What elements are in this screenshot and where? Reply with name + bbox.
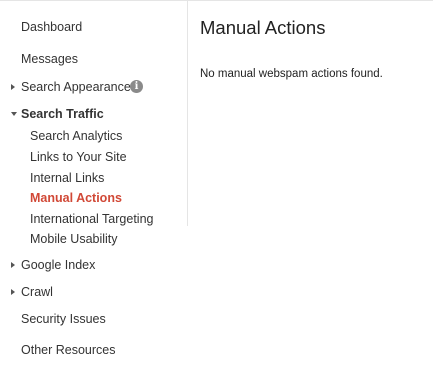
sidebar-divider xyxy=(187,1,188,226)
collapse-caret-icon[interactable] xyxy=(11,112,17,116)
expand-caret-icon[interactable] xyxy=(11,289,15,295)
sidebar-subitem-international-targeting[interactable]: International Targeting xyxy=(30,212,153,226)
expand-caret-icon[interactable] xyxy=(11,262,15,268)
sidebar-item-other-resources[interactable]: Other Resources xyxy=(21,343,115,357)
sidebar-item-messages[interactable]: Messages xyxy=(21,52,78,66)
sidebar-item-search-appearance[interactable]: Search Appearance xyxy=(21,80,131,94)
sidebar-item-crawl[interactable]: Crawl xyxy=(21,285,53,299)
sidebar-item-security-issues[interactable]: Security Issues xyxy=(21,312,106,326)
sidebar-item-dashboard[interactable]: Dashboard xyxy=(21,20,82,34)
sidebar-subitem-search-analytics[interactable]: Search Analytics xyxy=(30,129,122,143)
info-icon[interactable]: i xyxy=(130,80,143,93)
page-title: Manual Actions xyxy=(200,17,326,38)
expand-caret-icon[interactable] xyxy=(11,84,15,90)
sidebar-item-search-traffic[interactable]: Search Traffic xyxy=(21,107,104,121)
sidebar-subitem-links-to-your-site[interactable]: Links to Your Site xyxy=(30,150,127,164)
sidebar-subitem-manual-actions[interactable]: Manual Actions xyxy=(30,191,122,205)
status-message: No manual webspam actions found. xyxy=(200,68,383,80)
sidebar-subitem-internal-links[interactable]: Internal Links xyxy=(30,171,104,185)
sidebar-nav: Dashboard Messages Search Appearance i S… xyxy=(0,1,188,383)
sidebar-item-google-index[interactable]: Google Index xyxy=(21,258,95,272)
app-frame: Dashboard Messages Search Appearance i S… xyxy=(0,0,433,383)
sidebar-subitem-mobile-usability[interactable]: Mobile Usability xyxy=(30,232,118,246)
